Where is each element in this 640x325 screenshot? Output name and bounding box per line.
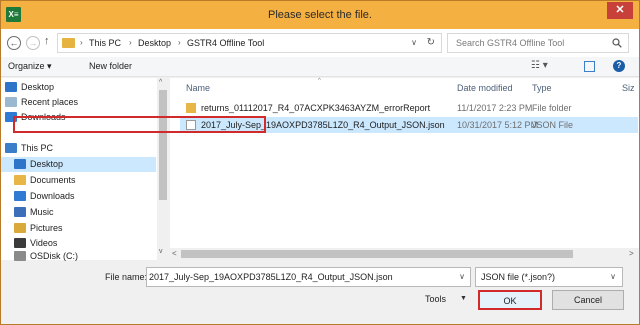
column-header-size[interactable]: Siz bbox=[622, 83, 635, 93]
folder-icon bbox=[186, 103, 196, 113]
nav-item-label: Music bbox=[30, 207, 54, 217]
navigation-pane: Desktop Recent places Downloads This PC … bbox=[1, 78, 169, 261]
column-header-name[interactable]: Name bbox=[186, 83, 210, 93]
file-type: File folder bbox=[532, 103, 572, 113]
nav-item-label: Downloads bbox=[30, 191, 75, 201]
address-dropdown-icon[interactable]: ∨ bbox=[411, 38, 417, 47]
music-folder-icon bbox=[14, 207, 26, 217]
scroll-left-icon[interactable]: < bbox=[172, 249, 177, 258]
nav-item-documents[interactable]: Documents bbox=[1, 173, 156, 188]
videos-folder-icon bbox=[14, 238, 26, 248]
downloads-folder-icon bbox=[14, 191, 26, 201]
view-options-icon[interactable]: ☷ ▾ bbox=[531, 60, 548, 71]
file-row-error-report-folder[interactable]: returns_01112017_R4_07ACXPK3463AYZM_erro… bbox=[180, 100, 638, 116]
file-type: JSON File bbox=[532, 120, 574, 130]
breadcrumb-this-pc[interactable]: This PC bbox=[89, 38, 121, 48]
nav-item-label: Documents bbox=[30, 175, 76, 185]
close-button[interactable]: ✕ bbox=[607, 2, 633, 19]
help-icon[interactable]: ? bbox=[613, 60, 625, 72]
disk-icon bbox=[14, 251, 26, 261]
file-type-filter-select[interactable]: JSON file (*.json?) ∨ bbox=[475, 267, 623, 287]
file-name-value: 2017_July-Sep_19AOXPD3785L1Z0_R4_Output_… bbox=[149, 272, 393, 282]
search-input[interactable]: Search GSTR4 Offline Tool bbox=[456, 38, 564, 48]
file-date-modified: 10/31/2017 5:12 PM bbox=[457, 120, 539, 130]
nav-item-label: Recent places bbox=[21, 97, 79, 107]
nav-item-this-pc[interactable]: This PC bbox=[1, 141, 156, 156]
desktop-folder-icon bbox=[14, 159, 26, 169]
desktop-icon bbox=[5, 82, 17, 92]
tools-dropdown-icon[interactable]: ▼ bbox=[460, 295, 467, 302]
nav-item-music[interactable]: Music bbox=[1, 205, 156, 220]
nav-item-label: Desktop bbox=[30, 159, 64, 169]
file-name-label: File name: bbox=[105, 272, 148, 282]
dialog-title: Please select the file. bbox=[268, 9, 372, 21]
nav-item-desktop-quick[interactable]: Desktop bbox=[1, 80, 156, 95]
file-date-modified: 11/1/2017 2:23 PM bbox=[457, 103, 533, 113]
file-name: returns_01112017_R4_07ACXPK3463AYZM_erro… bbox=[201, 103, 431, 113]
column-header-date-modified[interactable]: Date modified bbox=[457, 83, 513, 93]
nav-item-label: Desktop bbox=[21, 82, 55, 92]
recent-places-icon bbox=[5, 97, 17, 107]
nav-item-label: Videos bbox=[30, 238, 58, 248]
preview-pane-icon[interactable] bbox=[584, 61, 595, 72]
nav-item-desktop[interactable]: Desktop bbox=[1, 157, 156, 172]
file-list-horizontal-scrollbar[interactable]: < > bbox=[170, 248, 639, 260]
tools-menu[interactable]: Tools bbox=[425, 294, 446, 304]
sort-ascending-icon: ^ bbox=[318, 78, 321, 84]
back-button[interactable]: ← bbox=[7, 36, 21, 50]
chevron-down-icon[interactable]: ∨ bbox=[459, 272, 465, 281]
documents-folder-icon bbox=[14, 175, 26, 185]
folder-icon bbox=[62, 38, 75, 48]
chevron-down-icon[interactable]: ∨ bbox=[610, 272, 616, 281]
nav-item-pictures[interactable]: Pictures bbox=[1, 221, 156, 236]
file-name-input[interactable]: 2017_July-Sep_19AOXPD3785L1Z0_R4_Output_… bbox=[146, 267, 471, 287]
up-button[interactable]: ↑ bbox=[44, 35, 50, 47]
nav-pane-scrollbar[interactable]: ^ v bbox=[157, 78, 169, 260]
breadcrumb-desktop[interactable]: Desktop bbox=[138, 38, 171, 48]
forward-button[interactable]: → bbox=[26, 36, 40, 50]
address-row: ← → ↑ › This PC › Desktop › GSTR4 Offlin… bbox=[1, 29, 639, 57]
file-type-filter-value: JSON file (*.json?) bbox=[481, 272, 556, 282]
refresh-icon[interactable]: ↻ bbox=[427, 37, 435, 48]
pictures-folder-icon bbox=[14, 223, 26, 233]
ok-button[interactable]: OK bbox=[478, 290, 542, 310]
address-bar[interactable]: › This PC › Desktop › GSTR4 Offline Tool… bbox=[57, 33, 442, 53]
new-folder-button[interactable]: New folder bbox=[89, 61, 132, 71]
dialog-footer: File name: 2017_July-Sep_19AOXPD3785L1Z0… bbox=[1, 261, 639, 324]
file-open-dialog: X≡ Please select the file. ✕ ← → ↑ › Thi… bbox=[0, 0, 640, 325]
search-icon[interactable] bbox=[612, 38, 622, 48]
scroll-up-icon[interactable]: ^ bbox=[159, 79, 162, 86]
selected-file-highlight bbox=[13, 116, 266, 133]
command-bar: Organize ▾ New folder ☷ ▾ ? bbox=[1, 57, 639, 77]
nav-item-label: OSDisk (C:) bbox=[30, 251, 78, 261]
search-box[interactable]: Search GSTR4 Offline Tool bbox=[447, 33, 629, 53]
scroll-down-icon[interactable]: v bbox=[159, 248, 163, 255]
file-list-pane: Name ^ Date modified Type Siz returns_01… bbox=[170, 78, 639, 260]
nav-item-recent-places[interactable]: Recent places bbox=[1, 95, 156, 110]
breadcrumb-gstr4-offline-tool[interactable]: GSTR4 Offline Tool bbox=[187, 38, 264, 48]
nav-item-label: Pictures bbox=[30, 223, 63, 233]
scroll-right-icon[interactable]: > bbox=[629, 249, 634, 258]
nav-item-label: This PC bbox=[21, 143, 54, 153]
nav-item-downloads[interactable]: Downloads bbox=[1, 189, 156, 204]
organize-menu[interactable]: Organize ▾ bbox=[8, 61, 52, 72]
breadcrumb-separator: › bbox=[80, 38, 83, 47]
breadcrumb-separator: › bbox=[178, 38, 181, 47]
scrollbar-thumb[interactable] bbox=[181, 250, 573, 258]
breadcrumb-separator: › bbox=[129, 38, 132, 47]
cancel-button[interactable]: Cancel bbox=[552, 290, 624, 310]
scrollbar-thumb[interactable] bbox=[159, 90, 167, 200]
column-header-type[interactable]: Type bbox=[532, 83, 552, 93]
computer-icon bbox=[5, 143, 17, 153]
title-bar[interactable]: X≡ Please select the file. ✕ bbox=[1, 1, 639, 29]
